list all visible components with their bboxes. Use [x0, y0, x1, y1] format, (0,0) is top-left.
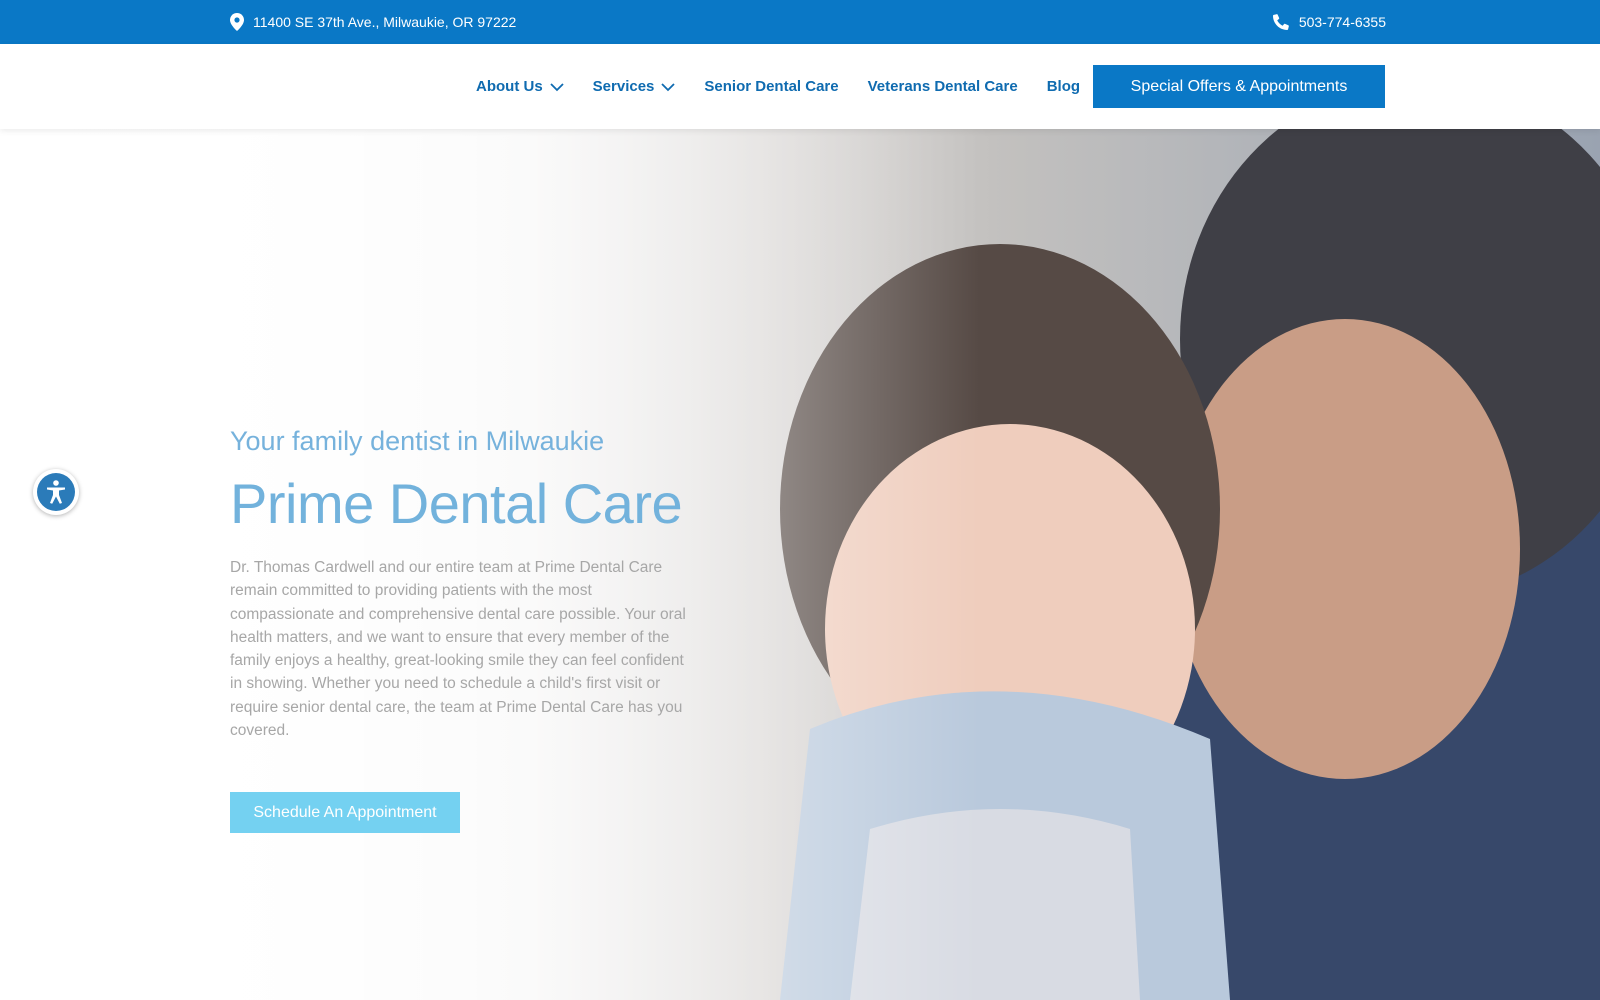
nav-item-blog[interactable]: Blog	[1047, 78, 1080, 95]
site-header: About Us Services Senior Dental Care Vet…	[0, 44, 1600, 129]
chevron-down-icon	[661, 82, 676, 91]
nav-item-label: Blog	[1046, 78, 1081, 95]
nav-item-about-us[interactable]: About Us	[476, 78, 564, 95]
nav-item-senior-dental-care[interactable]: Senior Dental Care	[704, 78, 838, 95]
phone-link[interactable]: 503-774-6355	[1272, 0, 1386, 44]
schedule-appointment-button[interactable]: Schedule An Appointment	[230, 792, 460, 833]
nav-item-label: Services	[592, 78, 655, 95]
special-offers-button[interactable]: Special Offers & Appointments	[1093, 65, 1385, 108]
address-link[interactable]: 11400 SE 37th Ave., Milwaukie, OR 97222	[230, 0, 516, 44]
nav-item-services[interactable]: Services	[593, 78, 676, 95]
nav-item-label: Senior Dental Care	[704, 78, 839, 95]
hero-section: Your family dentist in Milwaukie Prime D…	[0, 129, 1600, 1000]
top-bar: 11400 SE 37th Ave., Milwaukie, OR 97222 …	[0, 0, 1600, 44]
hero-eyebrow: Your family dentist in Milwaukie	[230, 426, 605, 456]
nav-item-veterans-dental-care[interactable]: Veterans Dental Care	[868, 78, 1018, 95]
chevron-down-icon	[550, 82, 564, 91]
map-pin-icon	[230, 13, 244, 31]
accessibility-icon	[37, 473, 75, 511]
nav-item-label: Veterans Dental Care	[867, 78, 1018, 95]
accessibility-button[interactable]	[33, 469, 79, 515]
hero-title: Prime Dental Care	[230, 472, 683, 535]
phone-icon	[1272, 14, 1289, 30]
main-nav: About Us Services Senior Dental Care Vet…	[476, 44, 1109, 129]
phone-text: 503-774-6355	[1298, 14, 1386, 30]
nav-item-label: About Us	[476, 78, 543, 95]
hero-description: Dr. Thomas Cardwell and our entire team …	[230, 559, 686, 740]
address-text: 11400 SE 37th Ave., Milwaukie, OR 97222	[253, 14, 517, 30]
